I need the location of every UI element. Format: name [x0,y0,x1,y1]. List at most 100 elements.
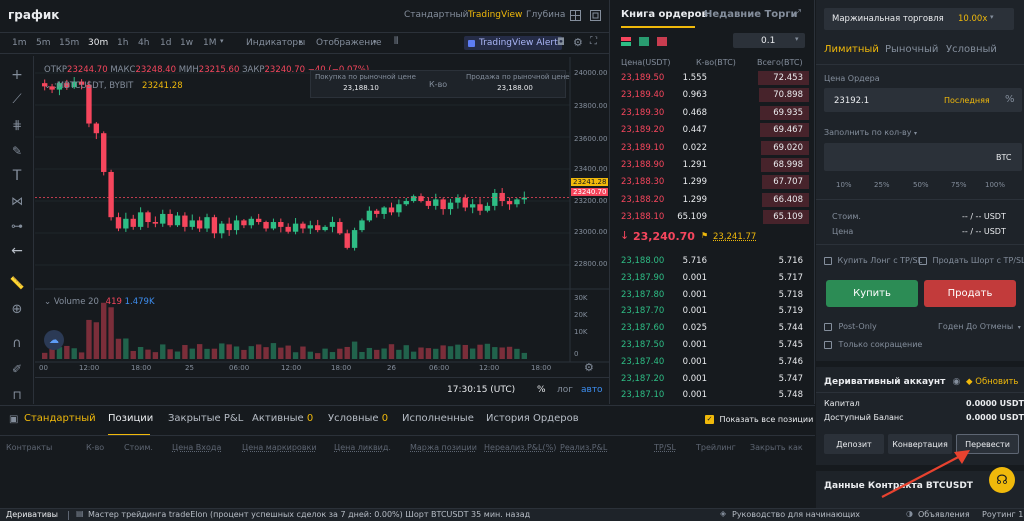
camera-icon[interactable]: ◘ [557,37,565,48]
log-scale-toggle[interactable]: лог [557,385,573,395]
bid-row[interactable]: 23,187.20 0.001 5.747 [611,372,815,387]
ask-row[interactable]: 23,189.40 0.963 70.898 [611,87,815,103]
ticker-text[interactable]: Мастер трейдинга tradeElon (процент успе… [88,510,530,519]
qty-percent-50[interactable]: 50% [913,181,929,189]
ask-row[interactable]: 23,189.30 0.468 69.935 [611,105,815,121]
pencil-lock-icon[interactable]: ✐ [8,360,26,378]
ask-row[interactable]: 23,188.90 1.291 68.998 [611,157,815,173]
positions-tab[interactable]: Исполненные [402,413,474,424]
interval-1h[interactable]: 1h [117,38,128,48]
interval-4h[interactable]: 4h [138,38,149,48]
support-chat-icon[interactable]: ☊ [989,467,1015,493]
reduce-only-checkbox[interactable]: Только сокращение [824,340,922,349]
interval-more-chevron-icon[interactable]: ▾ [220,37,224,45]
interval-5m[interactable]: 5m [36,38,51,48]
beginner-guide-link[interactable]: Руководство для начинающих [732,510,860,519]
buy-long-button[interactable]: Купить [826,280,918,307]
market-buy-button[interactable]: Покупка по рыночной цене 23,188.10 [315,73,416,92]
back-arrow-icon[interactable]: ← [8,242,26,260]
tab-market-order[interactable]: Рыночный [885,44,938,55]
interval-30m[interactable]: 30m [88,38,108,48]
last-price-button[interactable]: Последняя [944,96,990,105]
ask-row[interactable]: 23,189.50 1.555 72.453 [611,70,815,86]
bid-row[interactable]: 23,187.80 0.001 5.718 [611,288,815,303]
time-in-force-select[interactable]: Годен До Отмены ▾ [938,322,1021,331]
book-view-bids-icon[interactable] [639,37,649,46]
volume-collapse-icon[interactable]: ⌄ [44,297,51,307]
announcements-link[interactable]: Объявления [918,510,970,519]
qty-percent-25[interactable]: 25% [874,181,890,189]
eye-icon[interactable]: ◉ [952,377,960,387]
bid-row[interactable]: 23,187.40 0.001 5.746 [611,355,815,370]
positions-tab[interactable]: Условные 0 [328,413,388,424]
fullscreen-icon[interactable]: ⛶ [590,36,597,47]
view-tab-tradingview[interactable]: TradingView [468,10,522,20]
settings-icon[interactable]: ⚙ [573,36,583,49]
price-step-select[interactable]: 0.1 ▾ [733,33,805,48]
lock-icon[interactable]: ⊓ [8,386,26,404]
tradingview-alert-button[interactable]: TradingView Alert [464,36,562,50]
ask-row[interactable]: 23,188.10 65.109 65.109 [611,209,815,225]
grid-layout-icon[interactable] [568,8,582,22]
bid-row[interactable]: 23,187.10 0.001 5.748 [611,388,815,403]
magnet-icon[interactable]: ∩ [8,334,26,352]
post-only-checkbox[interactable]: Post-Only [824,322,877,331]
positions-tab[interactable]: Активные 0 [252,413,313,424]
qty-percent-10[interactable]: 10% [836,181,852,189]
expand-icon[interactable] [588,8,602,22]
qty-slider[interactable]: 10% 25% 50% 75% 100% [824,176,1022,190]
margin-mode-bar[interactable]: Маржинальная торговля 10.00x ▾ [824,8,1014,30]
tab-order-book[interactable]: Книга ордеров [621,9,708,20]
view-tab-depth[interactable]: Глубина [526,10,565,20]
tp-short-checkbox[interactable]: Продать Шорт с TP/SL [919,256,1024,265]
collapse-icon[interactable]: ⌄ [44,81,51,91]
order-price-input[interactable]: 23192.1 Последняя % [824,88,1022,112]
positions-tab[interactable]: Позиции [108,413,153,424]
interval-15m[interactable]: 15m [59,38,79,48]
ask-row[interactable]: 23,188.20 1.299 66.408 [611,192,815,208]
percent-toggle-icon[interactable]: % [1005,94,1015,105]
positions-tab[interactable]: Закрытые P&L [168,413,243,424]
tab-limit-order[interactable]: Лимитный [824,44,879,55]
book-view-both-icon[interactable] [621,37,631,46]
interval-1d[interactable]: 1d [160,38,171,48]
fib-tool-icon[interactable]: ⋕ [8,116,26,134]
sell-short-button[interactable]: Продать [924,280,1016,307]
status-derivatives[interactable]: Деривативы [6,510,58,519]
qty-percent-100[interactable]: 100% [985,181,1005,189]
bid-row[interactable]: 23,187.90 0.001 5.717 [611,271,815,286]
tp-long-checkbox[interactable]: Купить Лонг с TP/SL [824,256,922,265]
widget-qty-field[interactable]: К-во [429,80,447,89]
percent-scale-toggle[interactable]: % [537,385,546,395]
bid-row[interactable]: 23,188.00 5.716 5.716 [611,254,815,269]
price-chart[interactable] [35,57,609,404]
positions-tab[interactable]: Стандартный [24,413,96,424]
bid-row[interactable]: 23,187.70 0.001 5.719 [611,304,815,319]
book-view-asks-icon[interactable] [657,37,667,46]
positions-tab[interactable]: История Ордеров [486,413,579,424]
display-button[interactable]: Отображение [316,38,382,48]
positions-menu-icon[interactable]: ▣ [9,414,18,425]
order-qty-input[interactable]: BTC [824,143,1022,171]
crosshair-icon[interactable]: + [8,66,26,84]
market-sell-button[interactable]: Продажа по рыночной цене 23,188.00 [466,73,570,92]
show-all-positions-checkbox[interactable]: ✓ Показать все позиции [705,415,813,424]
trendline-icon[interactable]: ⟋ [8,90,26,108]
zoom-in-icon[interactable]: ⊕ [8,300,26,318]
routing-link[interactable]: Роутинг 1 [982,510,1023,519]
interval-1M[interactable]: 1M [203,38,217,48]
ask-row[interactable]: 23,189.10 0.022 69.020 [611,140,815,156]
qty-percent-75[interactable]: 75% [951,181,967,189]
brush-icon[interactable]: ✎ [8,142,26,160]
bid-row[interactable]: 23,187.50 0.001 5.745 [611,338,815,353]
text-tool-icon[interactable]: T [8,167,26,185]
prediction-tool-icon[interactable]: ⊶ [8,217,26,235]
pattern-tool-icon[interactable]: ⋈ [8,192,26,210]
refresh-button[interactable]: ◆ Обновить [966,377,1018,387]
tab-recent-trades[interactable]: Недавние Торги [704,9,798,20]
ruler-icon[interactable]: 📏 [8,274,26,292]
interval-1w[interactable]: 1w [180,38,193,48]
bid-row[interactable]: 23,187.60 0.025 5.744 [611,321,815,336]
chevron-down-icon[interactable]: ▾ [914,130,917,137]
indicators-button[interactable]: Индикаторы [246,38,305,48]
